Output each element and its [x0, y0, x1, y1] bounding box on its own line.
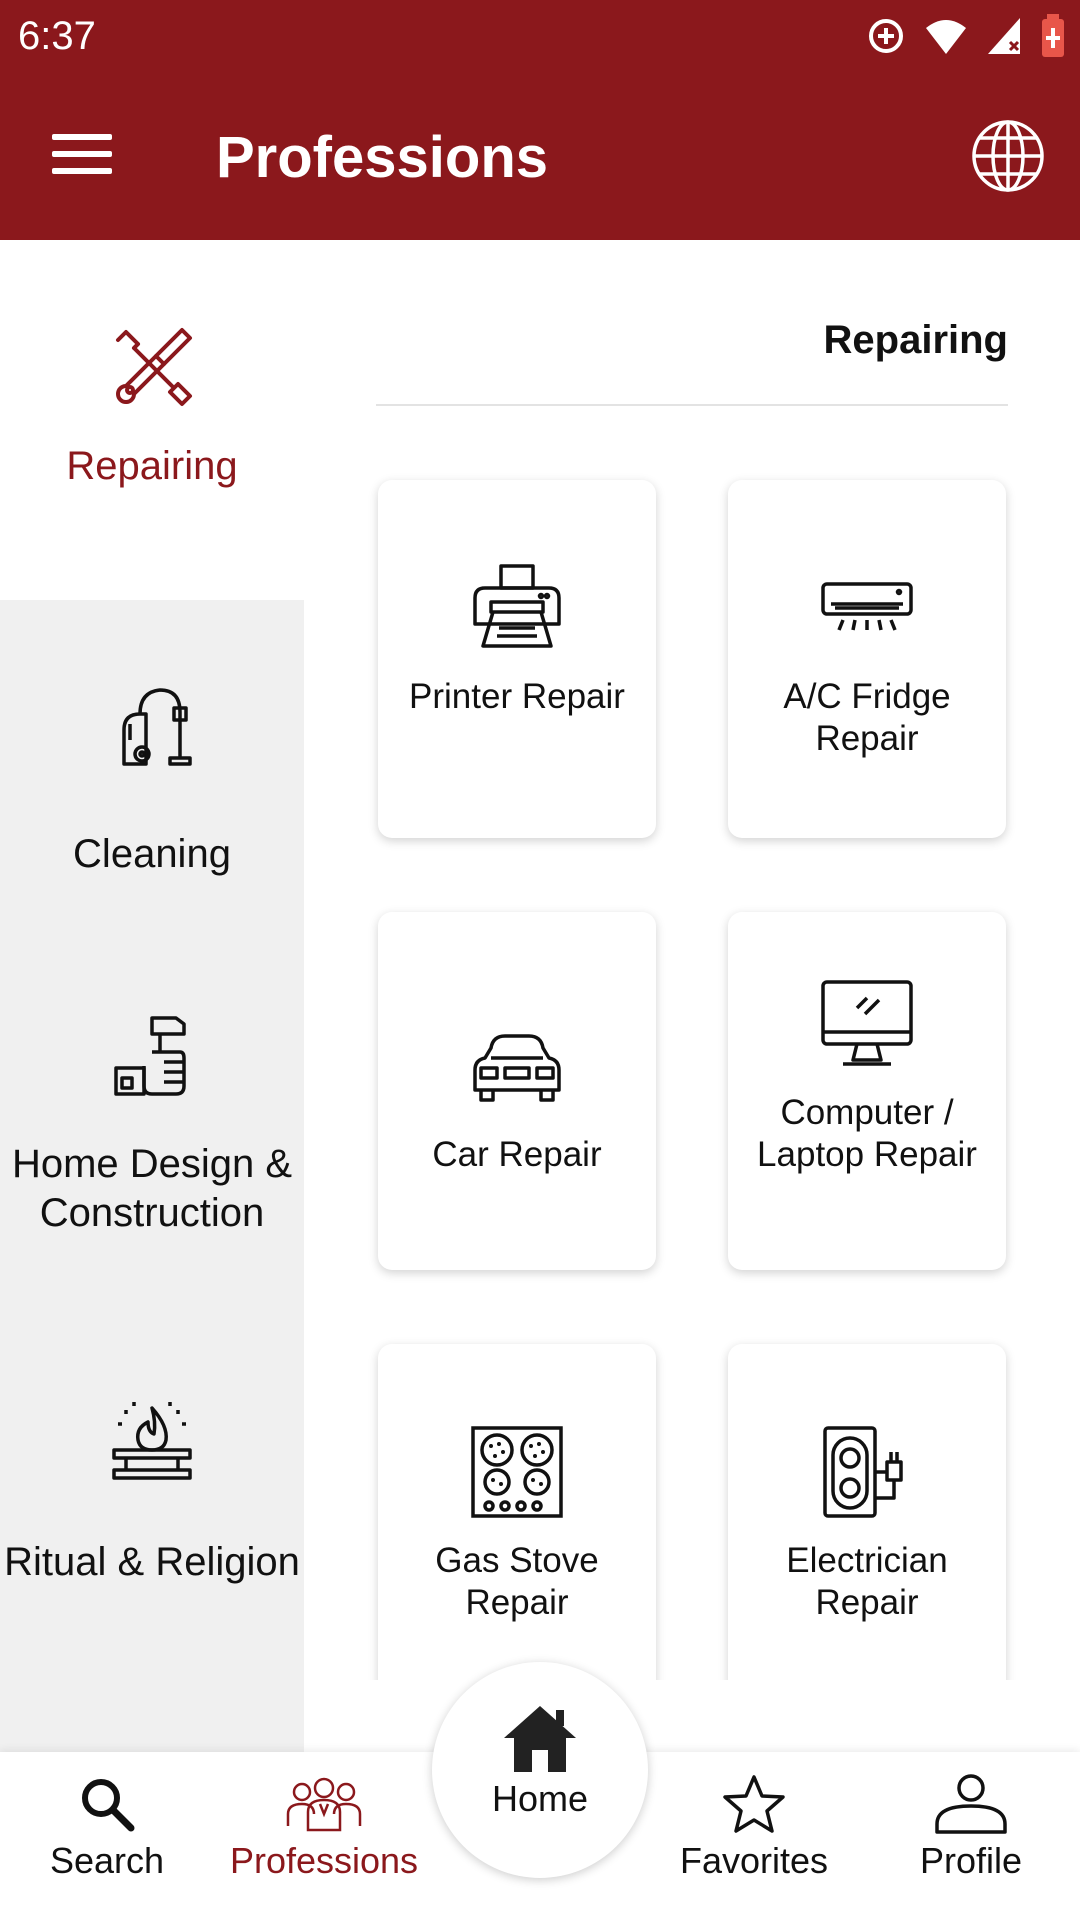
repair-tools-icon [116, 328, 192, 406]
status-bar: 6:37 [0, 0, 1080, 76]
car-icon [473, 1034, 561, 1102]
status-icons [866, 14, 1066, 58]
nav-search[interactable]: Search [40, 1774, 174, 1882]
search-icon [82, 1779, 135, 1832]
profession-content: Repairing Printer Repair A/C Fridge Repa… [304, 240, 1080, 1680]
card-car-repair[interactable]: Car Repair [378, 912, 656, 1270]
card-electrician-repair[interactable]: Electrician Repair [728, 1344, 1006, 1680]
card-label: Electrician Repair [786, 1541, 948, 1622]
wifi-icon [926, 20, 966, 54]
card-label: Printer Repair [409, 677, 625, 716]
card-gas-stove-repair[interactable]: Gas Stove Repair [378, 1344, 656, 1680]
professions-group-icon [286, 1777, 362, 1832]
nav-label: Favorites [679, 1840, 829, 1881]
section-divider [376, 404, 1008, 406]
electric-socket-icon [823, 1426, 903, 1518]
nav-label: Professions [229, 1840, 419, 1881]
sidebar-item-label: Repairing [66, 444, 238, 488]
printer-icon [473, 564, 561, 648]
card-computer-laptop-repair[interactable]: Computer / Laptop Repair [728, 912, 1006, 1270]
card-label: Car Repair [432, 1135, 602, 1174]
star-icon [723, 1775, 785, 1833]
data-saver-icon [869, 19, 903, 53]
card-label: Gas Stove Repair [435, 1541, 599, 1622]
nav-favorites[interactable]: Favorites [668, 1774, 840, 1882]
sidebar-item-home-design[interactable]: Home Design & Construction [0, 940, 304, 1340]
page-title: Professions [216, 125, 548, 190]
air-conditioner-icon [821, 582, 913, 631]
user-icon [935, 1774, 1007, 1834]
sidebar-item-cleaning[interactable]: Cleaning [0, 600, 304, 940]
sidebar-item-label: Home Design & Construction [11, 1142, 293, 1235]
sidebar-item-label: Cleaning [73, 832, 231, 876]
computer-monitor-icon [821, 980, 913, 1066]
battery-charging-icon [1042, 14, 1064, 57]
home-icon [504, 1706, 576, 1772]
fire-ritual-icon [112, 1402, 192, 1480]
hammer-hand-icon [114, 1016, 186, 1096]
card-printer-repair[interactable]: Printer Repair [378, 480, 656, 838]
sidebar-item-ritual[interactable]: Ritual & Religion [0, 1340, 304, 1740]
card-label: A/C Fridge Repair [783, 677, 951, 758]
card-label: Computer / Laptop Repair [757, 1093, 977, 1174]
sidebar-item-repairing[interactable]: Repairing [0, 240, 304, 600]
nav-professions[interactable]: Professions [214, 1774, 434, 1882]
sidebar-item-label: Ritual & Religion [4, 1540, 300, 1584]
nav-home[interactable]: Home [432, 1662, 648, 1878]
nav-profile[interactable]: Profile [904, 1774, 1038, 1882]
card-ac-fridge-repair[interactable]: A/C Fridge Repair [728, 480, 1006, 838]
menu-icon[interactable] [52, 134, 112, 174]
globe-icon[interactable] [970, 118, 1046, 194]
vacuum-cleaner-icon [122, 688, 192, 766]
app-header: 6:37 Professions [0, 0, 1080, 240]
status-time: 6:37 [18, 14, 96, 58]
section-title: Repairing [823, 318, 1008, 362]
cell-signal-icon [988, 18, 1020, 54]
gas-stove-icon [471, 1426, 563, 1518]
nav-label: Home [491, 1778, 589, 1819]
nav-label: Search [49, 1840, 165, 1881]
nav-label: Profile [919, 1840, 1023, 1881]
